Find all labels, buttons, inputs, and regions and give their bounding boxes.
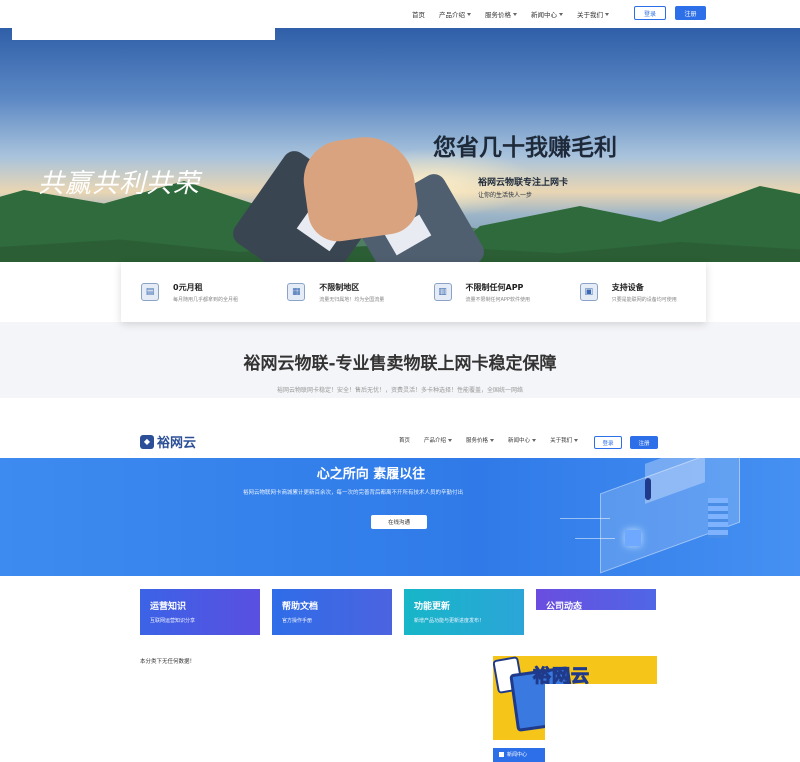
nav-products[interactable]: 产品介绍 (439, 9, 471, 19)
circuit-line (560, 518, 610, 519)
chevron-down-icon (532, 438, 537, 442)
white-overlay (527, 610, 667, 650)
nav-about[interactable]: 关于我们 (577, 9, 609, 19)
feature-item: ▦ 不限制地区 流量无归属地！均为全国流量 (267, 262, 413, 322)
empty-notice: 本分类下无任何数据！ (140, 659, 196, 665)
site-logo[interactable]: ◆ 裕网云 (140, 432, 196, 451)
card-title: 功能更新 (414, 602, 451, 612)
hero-banner: 共赢共利共荣 您省几十我赚毛利 裕网云物联专注上网卡 让你的生活快人一步 (0, 28, 800, 262)
nav-pricing[interactable]: 服务价格 (466, 436, 495, 444)
category-card-updates[interactable]: 功能更新 新增产品功能与更新进度发布！ (404, 589, 524, 635)
logo-icon: ◆ (140, 434, 154, 449)
feature-title: 不限制任何APP (465, 282, 524, 292)
register-button[interactable]: 注册 (630, 436, 658, 449)
login-button[interactable]: 登录 (634, 6, 666, 20)
category-card-knowledge[interactable]: 运营知识 互联网运营知识分享 (140, 589, 260, 635)
card-desc: 互联网运营知识分享 (150, 618, 196, 624)
nav-news[interactable]: 新闻中心 (508, 436, 537, 444)
register-button[interactable]: 注册 (675, 6, 706, 20)
feature-item: ▥ 不限制任何APP 流量不限制任何APP软件使用 (414, 262, 560, 322)
white-overlay (545, 684, 657, 762)
chevron-down-icon (490, 438, 495, 442)
card-title: 帮助文档 (282, 602, 319, 612)
logo-area (12, 0, 275, 40)
banner-title: 心之所向 素履以往 (316, 467, 426, 482)
hero-title: 您省几十我赚毛利 (433, 135, 617, 161)
news-icon (499, 752, 504, 757)
nav-products[interactable]: 产品介绍 (424, 436, 453, 444)
blue-banner: 心之所向 素履以往 裕网云物联网卡商城累计更新百余次，每一次的完善背后都离不开所… (0, 458, 800, 576)
banner-desc: 裕网云物联网卡商城累计更新百余次，每一次的完善背后都离不开所有技术人员的辛勤付出 (243, 490, 464, 496)
feature-desc: 只要是能联网的设备均可使用 (611, 296, 677, 303)
feature-title: 不限制地区 (319, 282, 360, 292)
calligraphy-text: 共赢共利共荣 (38, 169, 201, 199)
server-tower (708, 498, 728, 538)
secondary-nav: 首页 产品介绍 服务价格 新闻中心 关于我们 (399, 436, 592, 444)
card-desc: 官方操作手册 (282, 618, 313, 624)
circuit-line (575, 538, 615, 539)
app-icon: ▥ (433, 283, 452, 301)
category-card-docs[interactable]: 帮助文档 官方操作手册 (272, 589, 392, 635)
nav-home[interactable]: 首页 (412, 9, 425, 19)
feature-title: 0元月租 (173, 282, 203, 292)
main-nav: 首页 产品介绍 服务价格 新闻中心 关于我们 (412, 0, 623, 28)
chevron-down-icon (574, 438, 579, 442)
chevron-down-icon (559, 12, 563, 16)
nav-pricing[interactable]: 服务价格 (485, 9, 517, 19)
news-tab[interactable]: 新闻中心 (493, 748, 545, 762)
map-icon: ▦ (287, 283, 306, 301)
glowing-cube (625, 530, 641, 546)
features-card: ▤ 0元月租 每月随用几乎都拿到的全月租 ▦ 不限制地区 流量无归属地！均为全国… (121, 262, 706, 322)
feature-desc: 每月随用几乎都拿到的全月租 (173, 296, 239, 303)
chevron-down-icon (448, 438, 453, 442)
hero-subtitle: 裕网云物联专注上网卡 (478, 178, 569, 188)
card-desc: 新增产品功能与更新进度发布！ (414, 618, 485, 624)
feature-desc: 流量无归属地！均为全国流量 (319, 296, 385, 303)
contact-button[interactable]: 在线沟通 (371, 515, 427, 529)
feature-item: ▤ 0元月租 每月随用几乎都拿到的全月租 (121, 262, 267, 322)
login-button[interactable]: 登录 (594, 436, 622, 449)
feature-desc: 流量不限制任何APP软件使用 (465, 296, 530, 303)
nav-home[interactable]: 首页 (399, 436, 410, 444)
card-title: 运营知识 (150, 602, 187, 612)
logo-text: 裕网云 (157, 436, 197, 451)
feature-item: ▣ 支持设备 只要是能联网的设备均可使用 (560, 262, 706, 322)
chevron-down-icon (605, 12, 609, 16)
feature-title: 支持设备 (611, 282, 644, 292)
nav-about[interactable]: 关于我们 (550, 436, 579, 444)
slogan-title: 裕网云物联-专业售卖物联上网卡稳定保障 (243, 354, 557, 374)
hero-tagline: 让你的生活快人一步 (478, 192, 533, 199)
card-icon: ▤ (141, 283, 159, 301)
device-icon: ▣ (579, 283, 598, 301)
slogan-subtitle: 裕网云物联网卡稳定！安全！售后无忧！，资费灵活！多卡种选择！性能覆盖，全国统一网… (276, 387, 523, 394)
chevron-down-icon (513, 12, 517, 16)
chevron-down-icon (467, 12, 471, 16)
nav-news[interactable]: 新闻中心 (531, 9, 563, 19)
